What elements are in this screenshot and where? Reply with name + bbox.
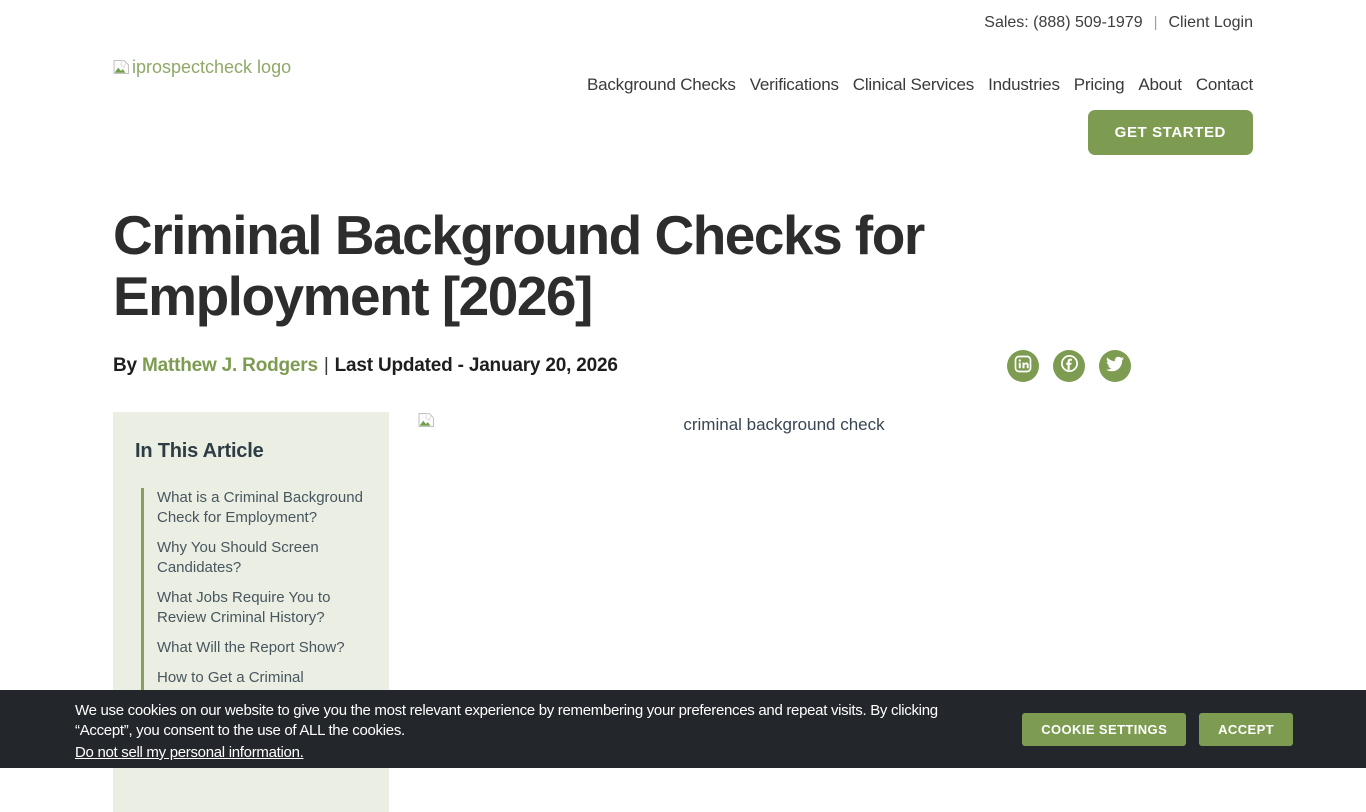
nav-item-clinical-services[interactable]: Clinical Services [853, 75, 974, 95]
toc-title: In This Article [135, 440, 369, 463]
broken-image-icon [418, 412, 435, 433]
toc-link-what-is[interactable]: What is a Criminal Background Check for … [157, 488, 369, 528]
facebook-icon [1060, 354, 1079, 378]
cookie-buttons: COOKIE SETTINGS ACCEPT [1022, 713, 1293, 746]
byline-updated: Last Updated - January 20, 2026 [335, 355, 618, 376]
do-not-sell-link[interactable]: Do not sell my personal information. [75, 744, 303, 761]
broken-image-icon [113, 59, 130, 80]
toc-link-report-show[interactable]: What Will the Report Show? [157, 638, 369, 658]
nav-item-pricing[interactable]: Pricing [1074, 75, 1125, 95]
image-alt-text: criminal background check [418, 412, 1150, 435]
topbar: Sales: (888) 509-1979 | Client Login [0, 0, 1366, 45]
linkedin-share-button[interactable] [1007, 350, 1039, 382]
nav-item-about[interactable]: About [1138, 75, 1181, 95]
author-link[interactable]: Matthew J. Rodgers [142, 355, 318, 376]
nav-item-verifications[interactable]: Verifications [750, 75, 839, 95]
page-title: Criminal Background Checks for Employmen… [113, 205, 1123, 326]
linkedin-icon [1014, 355, 1032, 378]
share-buttons [1007, 350, 1131, 382]
byline-row: By Matthew J. Rodgers|Last Updated - Jan… [113, 350, 1253, 382]
nav-item-background-checks[interactable]: Background Checks [587, 75, 736, 95]
byline-by: By [113, 355, 142, 376]
site-header: iprospectcheck logo Background Checks Ve… [0, 45, 1366, 155]
toc-link-why-screen[interactable]: Why You Should Screen Candidates? [157, 538, 369, 578]
header-right: Background Checks Verifications Clinical… [587, 45, 1253, 155]
cookie-message: We use cookies on our website to give yo… [75, 701, 960, 740]
toc-link-how-to-get[interactable]: How to Get a Criminal [157, 668, 369, 688]
nav-item-contact[interactable]: Contact [1196, 75, 1253, 95]
toc-item: What is a Criminal Background Check for … [157, 488, 369, 528]
toc-list: What is a Criminal Background Check for … [141, 488, 369, 700]
toc-item: Why You Should Screen Candidates? [157, 538, 369, 578]
nav-item-industries[interactable]: Industries [988, 75, 1060, 95]
article-head: Criminal Background Checks for Employmen… [0, 205, 1366, 382]
logo-alt-text: iprospectcheck logo [132, 59, 291, 76]
cookie-settings-button[interactable]: COOKIE SETTINGS [1022, 713, 1186, 746]
topbar-divider: | [1154, 14, 1158, 31]
twitter-share-button[interactable] [1099, 350, 1131, 382]
facebook-share-button[interactable] [1053, 350, 1085, 382]
get-started-button[interactable]: GET STARTED [1088, 110, 1253, 155]
sales-phone: Sales: (888) 509-1979 [984, 14, 1142, 32]
toc-item: What Will the Report Show? [157, 638, 369, 658]
cookie-banner: We use cookies on our website to give yo… [0, 690, 1366, 768]
byline-separator: | [318, 355, 335, 376]
toc-item: How to Get a Criminal [157, 668, 369, 688]
main-nav: Background Checks Verifications Clinical… [587, 75, 1253, 95]
twitter-icon [1106, 355, 1124, 378]
logo-link[interactable]: iprospectcheck logo [113, 59, 291, 155]
byline: By Matthew J. Rodgers|Last Updated - Jan… [113, 355, 618, 377]
toc-item: What Jobs Require You to Review Criminal… [157, 588, 369, 628]
toc-link-what-jobs[interactable]: What Jobs Require You to Review Criminal… [157, 588, 369, 628]
client-login-link[interactable]: Client Login [1169, 14, 1254, 32]
cookie-accept-button[interactable]: ACCEPT [1199, 713, 1293, 746]
article-image-broken: criminal background check [418, 412, 1150, 435]
